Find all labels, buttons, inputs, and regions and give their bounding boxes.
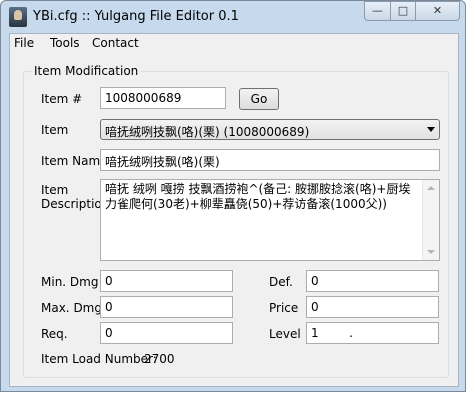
price-input[interactable]: 0	[306, 296, 439, 318]
item-label: Item	[41, 123, 69, 137]
max-dmg-label: Max. Dmg	[41, 301, 102, 315]
req-input[interactable]: 0	[100, 322, 233, 344]
title-bar[interactable]: YBi.cfg :: Yulgang File Editor 0.1 — □ ✕	[1, 1, 465, 33]
min-dmg-label: Min. Dmg	[41, 275, 99, 289]
level-label: Level	[269, 327, 301, 341]
min-dmg-input[interactable]: 0	[100, 270, 233, 292]
menu-tools[interactable]: Tools	[50, 36, 80, 50]
scroll-up-icon[interactable]	[427, 186, 435, 190]
go-button[interactable]: Go	[239, 88, 279, 110]
item-number-input[interactable]: 1008000689	[100, 87, 226, 109]
item-description-textarea[interactable]: 喑抚 绒咧 嘎捞 技飘酒捞袍^(备己: 胺挪胺捻滚(咯)+厨埃力雀爬何(30老)…	[100, 179, 440, 261]
chevron-down-icon	[427, 127, 435, 132]
menu-file[interactable]: File	[14, 36, 34, 50]
item-number-label: Item #	[41, 92, 83, 106]
price-label: Price	[269, 301, 299, 315]
description-scrollbar[interactable]	[422, 180, 439, 260]
item-name-label: Item Name	[41, 154, 108, 168]
item-load-number-label: Item Load Number:	[41, 352, 157, 366]
app-window: YBi.cfg :: Yulgang File Editor 0.1 — □ ✕…	[0, 0, 466, 392]
item-select-value: 喑抚绒咧技飘(咯)(栗) (1008000689)	[105, 125, 310, 139]
window-title: YBi.cfg :: Yulgang File Editor 0.1	[33, 9, 239, 24]
level-input[interactable]: 1 .	[306, 322, 439, 344]
item-select[interactable]: 喑抚绒咧技飘(咯)(栗) (1008000689)	[100, 119, 440, 140]
max-dmg-input[interactable]: 0	[100, 296, 233, 318]
item-description-text: 喑抚 绒咧 嘎捞 技飘酒捞袍^(备己: 胺挪胺捻滚(咯)+厨埃力雀爬何(30老)…	[105, 182, 411, 211]
maximize-button[interactable]: □	[390, 1, 416, 21]
item-load-number-value: 2700	[144, 352, 175, 366]
group-legend: Item Modification	[32, 64, 141, 78]
menu-contact[interactable]: Contact	[92, 36, 139, 50]
def-input[interactable]: 0	[306, 270, 439, 292]
scroll-down-icon[interactable]	[427, 250, 435, 254]
menu-bar: File Tools Contact	[10, 34, 458, 53]
def-label: Def.	[269, 275, 293, 289]
close-button[interactable]: ✕	[415, 1, 460, 21]
app-icon	[9, 7, 27, 27]
item-name-input[interactable]: 喑抚绒咧技飘(咯)(栗)	[100, 149, 440, 171]
minimize-button[interactable]: —	[364, 1, 391, 21]
client-area: File Tools Contact Item Modification Ite…	[9, 33, 459, 387]
req-label: Req.	[41, 327, 68, 341]
item-description-label-line1: Item	[41, 183, 69, 197]
item-modification-group: Item Modification Item # 1008000689 Go I…	[23, 64, 449, 378]
